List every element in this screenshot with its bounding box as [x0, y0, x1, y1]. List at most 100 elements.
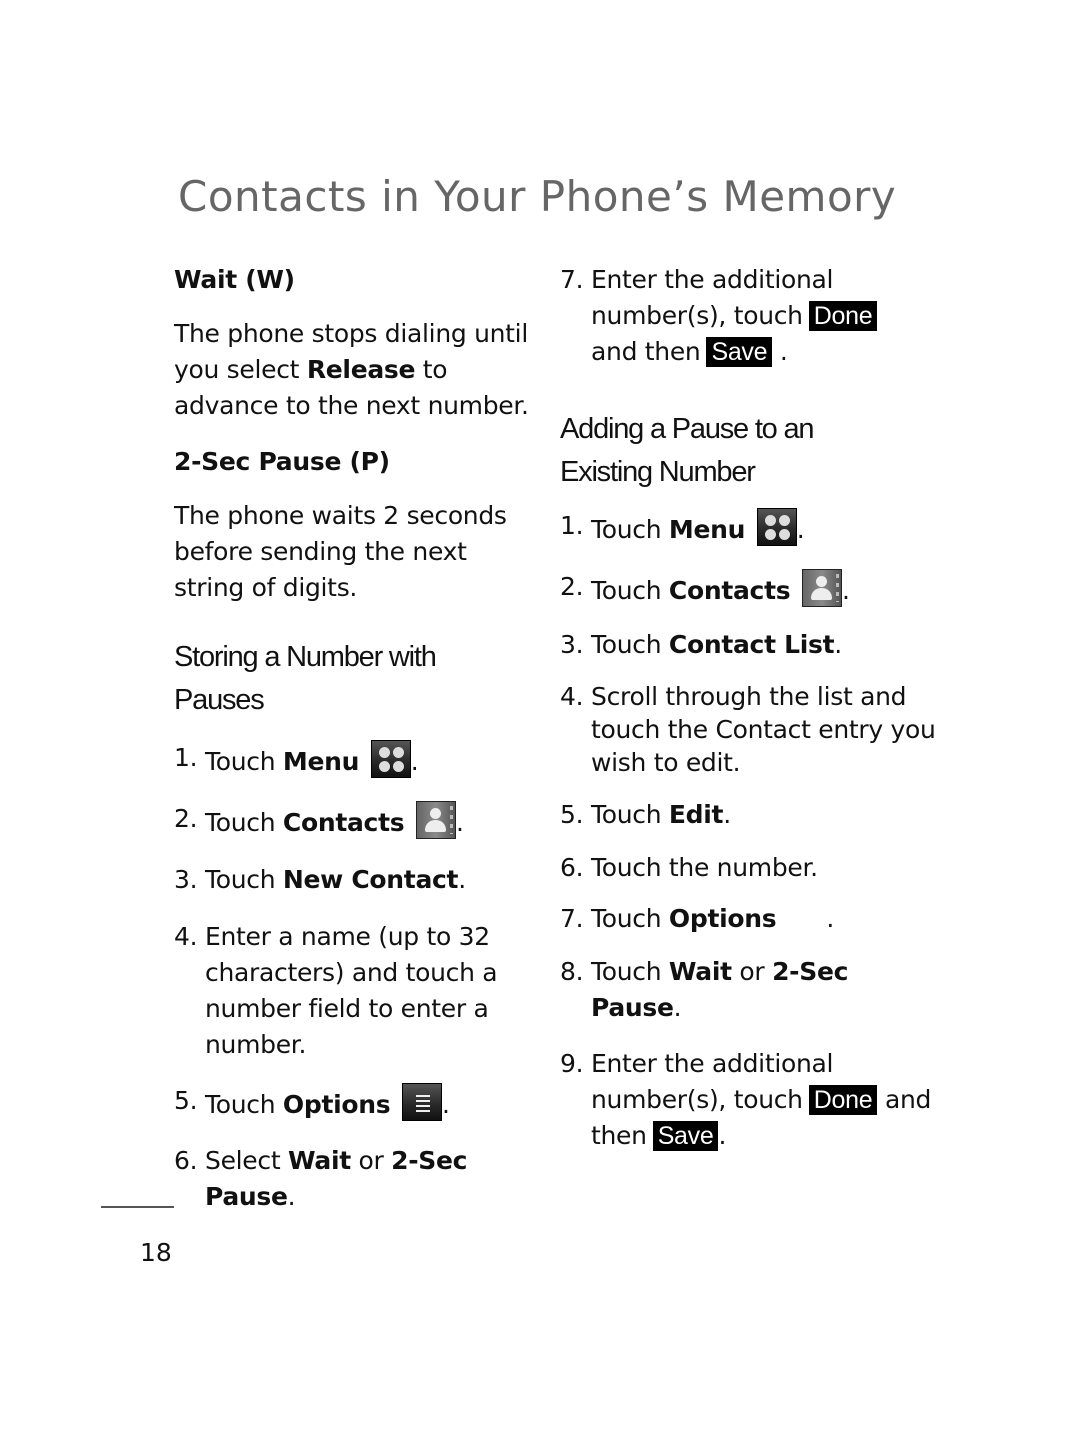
footer-rule [101, 1206, 174, 1208]
step-number: 1. [560, 511, 584, 540]
section-title-adding: Adding a Pause to an Existing Number [560, 408, 940, 494]
step-3: 3. Touch New Contact. [174, 862, 534, 898]
menu-grid-icon [370, 740, 411, 778]
step-number: 5. [174, 1086, 198, 1115]
menu-term: Menu [282, 747, 360, 776]
left-column: Wait (W) The phone stops dialing until y… [174, 262, 534, 1215]
step-text: Select [205, 1146, 288, 1175]
new-contact-term: New Contact [282, 865, 459, 894]
menu-term: Menu [668, 515, 746, 544]
step-6: 6. Select Wait or 2-Sec Pause. [174, 1143, 534, 1215]
step-number: 5. [560, 800, 584, 829]
right-column: 7. Enter the additional number(s), touch Do… [560, 262, 940, 1154]
step-5: 5. Touch Edit. [560, 797, 940, 833]
step-period: . [441, 1090, 450, 1119]
step-2: 2. Touch Contacts . [560, 569, 940, 609]
page-title: Contacts in Your Phone’s Memory [178, 172, 897, 221]
step-7-continued: 7. Enter the additional number(s), touch Do… [560, 262, 940, 370]
wait-heading: Wait (W) [174, 265, 295, 294]
save-button-label: Save [706, 337, 773, 367]
section-title-storing: Storing a Number with Pauses [174, 636, 534, 722]
step-number: 3. [560, 630, 584, 659]
menu-grid-icon [756, 508, 797, 546]
save-button-label: Save [652, 1121, 719, 1151]
step-text: Touch [591, 957, 669, 986]
step-period: . [826, 904, 834, 933]
release-term: Release [306, 355, 416, 384]
section-title-line1: Storing a Number with [174, 641, 437, 673]
step-text: and then [591, 337, 701, 366]
step-text: Enter the additional [591, 265, 834, 294]
step-number: 7. [560, 904, 584, 933]
options-term: Options [282, 1090, 391, 1119]
options-list-icon [401, 1083, 442, 1121]
step-number: 7. [560, 265, 584, 294]
step-4: 4. Enter a name (up to 32 characters) and… [174, 919, 534, 1063]
section-title-line2: Pauses [174, 684, 265, 716]
step-7: 7. Touch Options. [560, 901, 940, 937]
step-number: 4. [174, 922, 198, 951]
step-text: Touch [205, 1090, 283, 1119]
done-button-label: Done [808, 1085, 878, 1115]
section-title-line2: Existing Number [560, 456, 756, 488]
step-period: . [410, 747, 419, 776]
contacts-term: Contacts [668, 576, 791, 605]
step-period: . [779, 337, 788, 366]
step-period: . [834, 630, 842, 659]
step-text: number(s), touch [591, 1085, 803, 1114]
step-text: Touch [591, 630, 669, 659]
step-period: . [458, 865, 466, 894]
step-text-or: or [731, 957, 773, 986]
contacts-book-icon [801, 569, 842, 607]
step-period: . [723, 800, 731, 829]
wait-term: Wait [287, 1146, 351, 1175]
step-4: 4. Scroll through the list and touch the … [560, 680, 940, 779]
contacts-term: Contacts [282, 808, 405, 837]
step-number: 1. [174, 743, 198, 772]
section-title-line1: Adding a Pause to an [560, 413, 815, 445]
done-button-label: Done [808, 301, 878, 331]
step-2: 2. Touch Contacts . [174, 801, 534, 841]
step-text: number(s), touch [591, 301, 803, 330]
contact-list-term: Contact List [668, 630, 835, 659]
step-9: 9. Enter the additional number(s), touch Do… [560, 1046, 940, 1154]
step-period: . [718, 1121, 727, 1150]
wait-description: The phone stops dialing until you select… [174, 316, 534, 424]
step-number: 8. [560, 957, 584, 986]
options-term: Options [668, 904, 777, 933]
step-number: 2. [174, 804, 198, 833]
step-period: . [287, 1182, 296, 1211]
step-text: Touch [591, 800, 669, 829]
step-number: 9. [560, 1049, 584, 1078]
pause-description: The phone waits 2 seconds before sending… [174, 501, 507, 602]
step-text: Enter the additional [591, 1049, 834, 1078]
pause-heading: 2-Sec Pause (P) [174, 447, 390, 476]
step-period: . [455, 808, 464, 837]
step-text-or: or [350, 1146, 392, 1175]
step-period: . [673, 993, 682, 1022]
step-6: 6. Touch the number. [560, 850, 940, 886]
page-number: 18 [140, 1238, 172, 1267]
contacts-book-icon [415, 801, 456, 839]
step-8: 8. Touch Wait or 2-Sec Pause. [560, 954, 940, 1026]
step-text: Scroll through the list and touch the Co… [591, 682, 936, 777]
step-number: 6. [560, 853, 584, 882]
step-1: 1. Touch Menu . [560, 508, 940, 548]
step-text: Touch [205, 747, 283, 776]
step-text: and [884, 1085, 932, 1114]
step-text: Touch [591, 515, 669, 544]
step-text: Touch [591, 904, 669, 933]
step-period: . [841, 576, 850, 605]
step-text: Touch [205, 865, 283, 894]
step-5: 5. Touch Options . [174, 1083, 534, 1123]
step-number: 3. [174, 865, 198, 894]
step-number: 4. [560, 682, 584, 711]
step-text: Touch [205, 808, 283, 837]
wait-term: Wait [668, 957, 732, 986]
step-3: 3. Touch Contact List. [560, 627, 940, 663]
step-number: 6. [174, 1146, 198, 1175]
step-text: Enter a name (up to 32 characters) and t… [205, 922, 498, 1059]
step-text: then [591, 1121, 647, 1150]
edit-term: Edit [668, 800, 724, 829]
step-text: Touch [591, 576, 669, 605]
